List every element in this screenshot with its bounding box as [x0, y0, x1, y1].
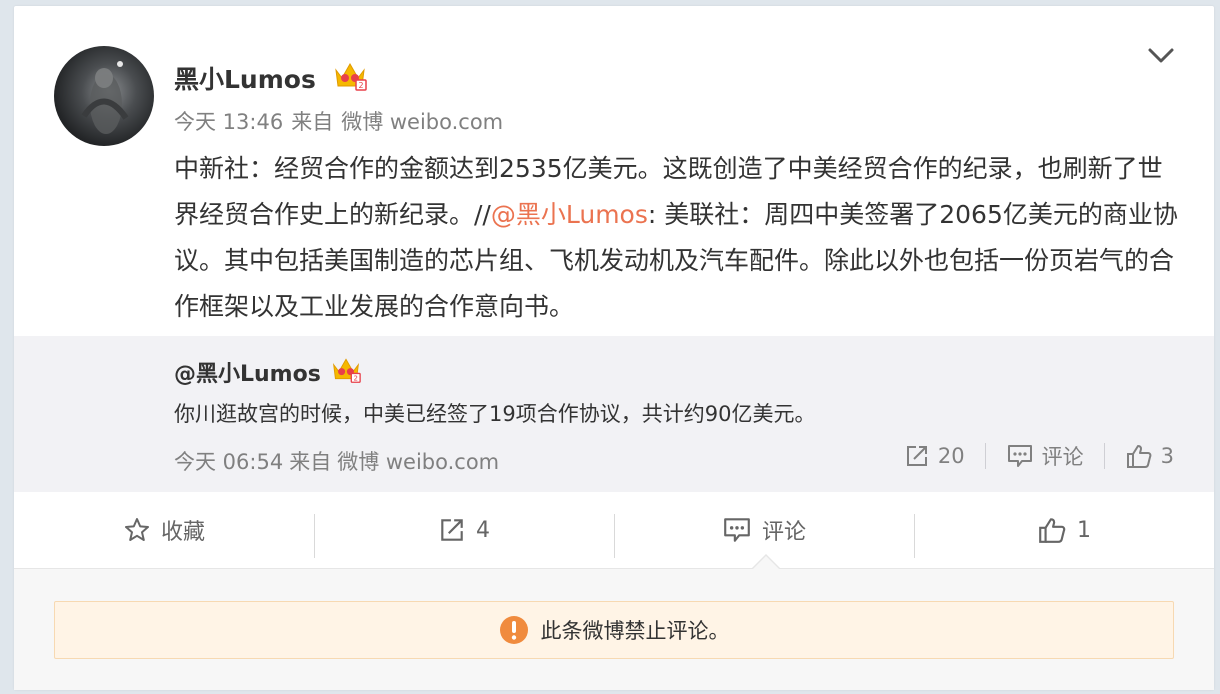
star-icon	[124, 518, 149, 541]
share-icon	[906, 446, 927, 466]
comments-disabled-text: 此条微博禁止评论。	[540, 619, 730, 643]
avatar[interactable]	[54, 46, 154, 146]
thumbs-up-icon	[1039, 518, 1066, 543]
comment-pointer-inner	[753, 556, 779, 569]
divider	[1103, 443, 1105, 469]
share-icon	[441, 519, 463, 541]
like-button[interactable]: 1	[914, 492, 1214, 568]
thumbs-up-icon	[1126, 445, 1152, 468]
repost-share-button[interactable]: 20	[904, 443, 965, 469]
post-action-bar: 收藏 4 评论 1	[14, 492, 1214, 569]
repost-comment-label: 评论	[1041, 445, 1084, 469]
comment-icon	[724, 518, 750, 542]
weibo-post-card: 黑小Lumos 2 今天 13:46 来自 微博 weibo.com 中新社：经贸合…	[14, 6, 1214, 690]
like-count: 1	[1077, 517, 1091, 543]
favorite-button[interactable]: 收藏	[14, 492, 314, 568]
post-text: 中新社：经贸合作的金额达到2535亿美元。这既创造了中美经贸合作的纪录，也刷新了…	[174, 146, 1184, 330]
post-time[interactable]: 今天 13:46	[174, 110, 283, 134]
comments-disabled-notice: 此条微博禁止评论。	[54, 601, 1174, 659]
svg-text:2: 2	[353, 373, 357, 382]
share-button[interactable]: 4	[314, 492, 614, 568]
comment-area: 此条微博禁止评论。	[14, 569, 1214, 690]
share-count: 4	[476, 517, 490, 543]
warning-icon	[499, 616, 528, 644]
vip-crown-icon[interactable]: 2	[330, 354, 362, 384]
repost-like-button[interactable]: 3	[1125, 443, 1174, 469]
repost-like-count: 3	[1160, 444, 1174, 468]
repost-share-count: 20	[937, 444, 965, 468]
repost-source[interactable]: 微博 weibo.com	[337, 450, 499, 474]
avatar-image	[81, 61, 129, 134]
repost-from-label: 来自	[289, 450, 332, 474]
repost-block: @黑小Lumos 2 你川逛故宫的时候，中美已经签了19项合作协议，共计约90亿…	[14, 336, 1214, 492]
post-from-label: 来自	[291, 110, 334, 134]
svg-text:2: 2	[358, 81, 363, 90]
favorite-label: 收藏	[160, 520, 205, 545]
post-source[interactable]: 微博 weibo.com	[341, 110, 503, 134]
repost-text: 你川逛故宫的时候，中美已经签了19项合作协议，共计约90亿美元。	[174, 402, 816, 426]
repost-username[interactable]: @黑小Lumos	[174, 356, 321, 388]
post-mention-link[interactable]: @黑小Lumos	[491, 200, 648, 229]
post-username[interactable]: 黑小Lumos	[174, 60, 316, 96]
repost-time[interactable]: 今天 06:54	[174, 450, 283, 474]
comment-icon	[1007, 445, 1032, 467]
comment-label: 评论	[761, 520, 806, 545]
divider	[984, 443, 986, 469]
repost-actions: 20 评论 3	[904, 440, 1174, 472]
vip-crown-icon[interactable]: 2	[332, 58, 368, 92]
repost-meta: 今天 06:54 来自 微博 weibo.com	[174, 446, 505, 476]
repost-comment-button[interactable]: 评论	[1006, 441, 1084, 471]
chevron-down-icon[interactable]	[1146, 44, 1176, 68]
post-meta: 今天 13:46 来自 微博 weibo.com	[174, 106, 511, 136]
